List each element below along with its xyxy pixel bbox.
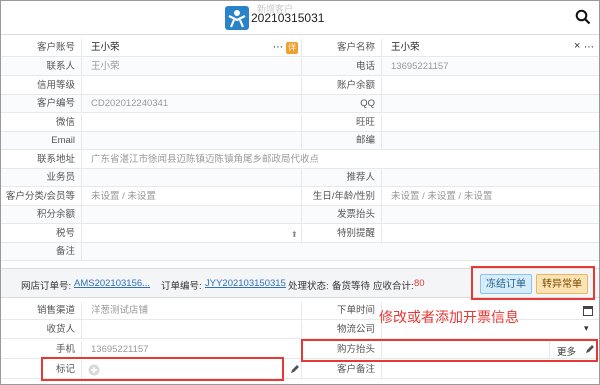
receivable-label: 应收合计: <box>373 281 414 292</box>
label-zip: 邮编 <box>355 135 375 146</box>
row-email: Email 邮编 <box>1 132 599 150</box>
label-phone: 电话 <box>355 61 375 72</box>
label-logistics: 物流公司 <box>336 324 375 335</box>
status-value: 备货等待 <box>332 281 371 292</box>
label-tax: 税号 <box>55 227 75 239</box>
note-input[interactable] <box>85 243 585 261</box>
contact-input[interactable]: 王小荣 <box>85 58 295 76</box>
more-dots-icon-2[interactable]: ⋯ <box>584 42 594 53</box>
code-input[interactable]: CD202012240341 <box>85 95 295 113</box>
dropdown-icon[interactable]: ▾ <box>584 323 589 334</box>
calendar-icon[interactable] <box>583 305 593 319</box>
label-customer-note: 客户备注 <box>336 364 375 375</box>
label-points: 积分余额 <box>36 209 75 220</box>
label-referrer: 推荐人 <box>346 172 375 183</box>
points-input[interactable] <box>85 206 295 224</box>
more-dots-icon[interactable]: ⋯ <box>273 42 283 53</box>
label-channel: 销售渠道 <box>36 305 75 316</box>
salesman-input[interactable] <box>85 169 295 187</box>
zip-input[interactable] <box>385 132 595 150</box>
app-logo-icon <box>225 6 249 30</box>
label-contact: 联系人 <box>46 61 75 72</box>
annotation-text: 修改或者添加开票信息 <box>379 309 519 325</box>
order-no-link[interactable]: JYY202103150315 <box>205 278 286 289</box>
tax-input[interactable] <box>85 225 295 243</box>
label-balance: 账户余额 <box>336 79 375 91</box>
window-title: 20210315031 <box>251 11 325 25</box>
row-account: 客户账号 王小荣 ⋯ 详 客户名称 王小荣 × ⋯ <box>1 39 599 57</box>
label-salesman: 业务员 <box>46 172 75 183</box>
label-account: 客户账号 <box>36 42 75 53</box>
label-category: 客户分类/会员等级 <box>5 190 75 220</box>
birthday-input[interactable]: 未设置 / 未设置 / 未设置 <box>385 188 595 206</box>
label-address: 联系地址 <box>36 153 75 165</box>
order-no-label: 订单编号: <box>161 281 202 292</box>
clear-icon[interactable]: × <box>574 40 580 52</box>
label-wechat: 微信 <box>55 116 75 128</box>
referrer-input[interactable] <box>385 169 595 187</box>
label-credit: 信用等级 <box>36 79 75 91</box>
row-contact: 联系人 王小荣 电话 13695221157 <box>1 58 599 76</box>
shop-order-link[interactable]: AMS202103156... <box>74 278 150 289</box>
row-wechat: 微信 旺旺 <box>1 113 599 132</box>
channel-select[interactable]: 洋葱测试店铺 <box>85 302 285 320</box>
balance-input[interactable] <box>385 77 595 95</box>
invoice-title-input[interactable] <box>385 206 595 224</box>
label-receiver: 收货人 <box>46 324 75 335</box>
collapse-handle-icon[interactable]: ⬆ <box>291 230 298 239</box>
detail-badge[interactable]: 详 <box>286 42 298 54</box>
highlight-buyer-invoice <box>301 339 598 362</box>
receivable-value: 80 <box>414 278 425 289</box>
qq-input[interactable] <box>385 95 595 113</box>
row-tax: 税号 特别提醒 <box>1 224 599 243</box>
row-code: 客户编号 CD202012240341 QQ <box>1 95 599 113</box>
credit-input[interactable] <box>85 77 295 95</box>
search-icon[interactable] <box>575 9 591 28</box>
remind-input[interactable] <box>385 225 595 243</box>
highlight-mark <box>41 357 284 381</box>
address-input[interactable]: 广东省湛江市徐闻县迈陈镇迈陈镇角尾乡邮政局代收点 <box>85 151 585 169</box>
row-salesman: 业务员 推荐人 <box>1 169 599 187</box>
name-input[interactable]: 王小荣 <box>385 39 535 57</box>
shop-order-label: 网店订单号: <box>21 281 72 292</box>
label-order-time: 下单时间 <box>336 305 375 316</box>
category-input[interactable]: 未设置 / 未设置 <box>85 188 295 206</box>
status-label: 处理状态: <box>288 281 329 292</box>
phone-input[interactable]: 13695221157 <box>385 58 595 76</box>
label-invoice-title: 发票抬头 <box>336 209 375 220</box>
label-code: 客户编号 <box>36 98 75 109</box>
label-qq: QQ <box>360 98 375 109</box>
row-credit: 信用等级 账户余额 <box>1 76 599 95</box>
row-note: 备注 <box>1 243 599 261</box>
label-note: 备注 <box>55 246 75 257</box>
receiver-input[interactable] <box>85 321 285 339</box>
label-name: 客户名称 <box>336 42 375 53</box>
row-address: 联系地址 广东省湛江市徐闻县迈陈镇迈陈镇角尾乡邮政局代收点 <box>1 150 599 169</box>
label-remind: 特别提醒 <box>336 227 375 239</box>
customer-note-input[interactable] <box>385 361 585 379</box>
wechat-input[interactable] <box>85 114 295 132</box>
label-birthday: 生日/年龄/性别 <box>312 190 375 202</box>
email-input[interactable] <box>85 132 295 150</box>
wangwang-input[interactable] <box>385 114 595 132</box>
account-input[interactable]: 王小荣 <box>85 39 235 57</box>
highlight-order-buttons <box>471 266 595 300</box>
label-email: Email <box>51 135 75 146</box>
pencil-icon-mark[interactable] <box>290 364 300 377</box>
order-window: 新增客户 20210315031 客户账号 王小荣 ⋯ 详 客户名称 王小荣 ×… <box>0 0 600 385</box>
label-wangwang: 旺旺 <box>355 116 375 128</box>
title-bar: 新增客户 20210315031 <box>1 1 599 35</box>
row-points: 积分余额 发票抬头 <box>1 206 599 224</box>
row-category: 客户分类/会员等级未设置 / 未设置 生日/年龄/性别未设置 / 未设置 / 未设… <box>1 187 599 220</box>
